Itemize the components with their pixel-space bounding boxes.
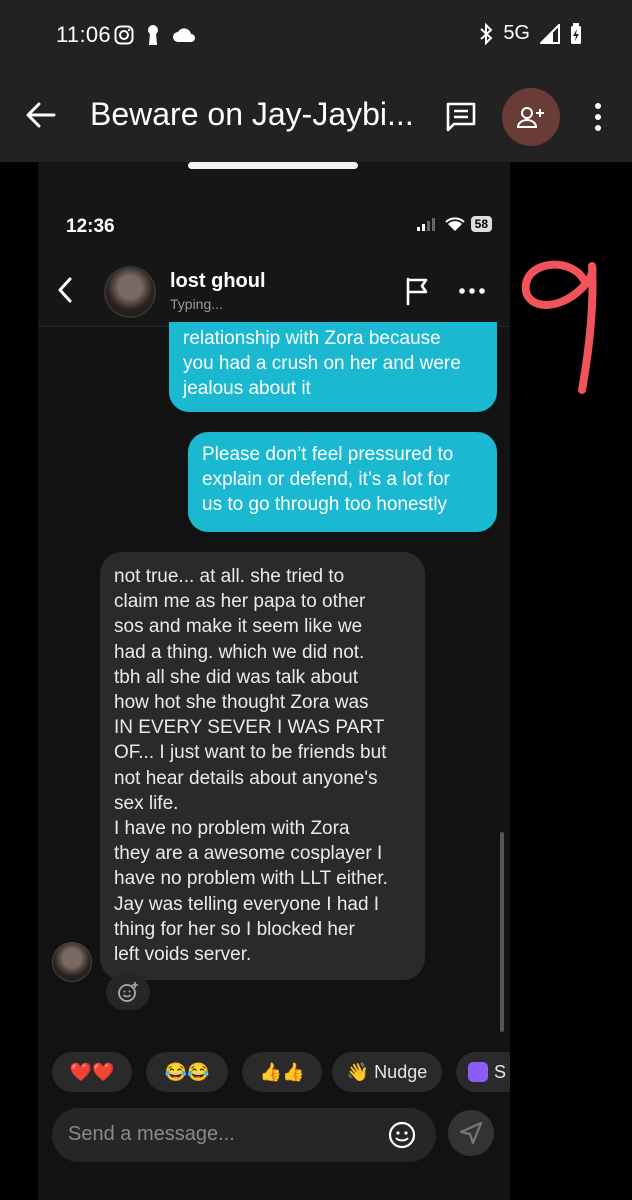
message-line: not hear details about anyone's xyxy=(114,767,378,789)
message-line: left voids server. xyxy=(114,944,252,966)
more-vert-icon[interactable] xyxy=(588,100,608,134)
quick-reply-nudge[interactable]: 👋 Nudge xyxy=(332,1052,442,1092)
send-button[interactable] xyxy=(448,1110,494,1156)
battery-icon xyxy=(571,22,581,44)
add-person-icon xyxy=(516,107,544,128)
comment-icon[interactable] xyxy=(444,100,478,134)
message-line: claim me as her papa to other xyxy=(114,591,366,613)
chevron-left-icon[interactable] xyxy=(56,276,74,304)
message-line: IN EVERY SEVER I WAS PART xyxy=(114,717,385,739)
message-line: tbh all she did was talk about xyxy=(114,666,358,688)
message-line: I have no problem with Zora xyxy=(114,818,350,840)
chat-header: lost ghoul Typing... xyxy=(38,262,510,327)
message-composer[interactable]: Send a message... xyxy=(52,1108,436,1162)
quick-reply-bar: ❤️❤️ 😂😂 👍👍 👋 Nudge S xyxy=(52,1052,510,1092)
outgoing-message-bubble[interactable]: Please don’t feel pressured to explain o… xyxy=(188,432,497,532)
instagram-icon xyxy=(114,25,134,45)
signal-icon xyxy=(540,23,560,44)
quick-reply-thumbs-up[interactable]: 👍👍 xyxy=(242,1052,322,1092)
embedded-screenshot: 12:36 58 lost ghoul Typing... relationsh… xyxy=(38,162,510,1200)
contact-avatar[interactable] xyxy=(104,266,156,318)
message-line: us to go through too honestly xyxy=(202,494,448,515)
typing-status: Typing... xyxy=(170,296,223,312)
add-reaction-button[interactable] xyxy=(106,974,150,1010)
notification-icons xyxy=(114,24,196,46)
message-line: sos and make it seem like we xyxy=(114,616,363,638)
message-line: not true... at all. she tried to xyxy=(114,566,345,587)
sticker-icon[interactable] xyxy=(388,1121,416,1149)
embedded-status-bar: 12:36 58 xyxy=(38,192,510,262)
network-type: 5G xyxy=(503,22,530,44)
message-line: Please don’t feel pressured to xyxy=(202,444,454,465)
message-line: jealous about it xyxy=(183,378,311,399)
embedded-status-icons: 58 xyxy=(416,216,492,232)
add-reaction-icon xyxy=(118,982,138,1002)
message-line: OF... I just want to be friends but xyxy=(114,742,387,764)
system-status-bar: 11:06 5G xyxy=(0,0,632,72)
quick-reply-partial[interactable]: S xyxy=(456,1052,510,1092)
message-line: thing for her so I blocked her xyxy=(114,918,355,940)
system-time: 11:06 xyxy=(56,22,111,47)
message-line: explain or defend, it’s a lot for xyxy=(202,469,450,490)
quick-reply-laughing[interactable]: 😂😂 xyxy=(146,1052,228,1092)
embedded-battery-level: 58 xyxy=(470,216,492,232)
message-input-placeholder[interactable]: Send a message... xyxy=(68,1123,235,1146)
message-line: had a thing. which we did not. xyxy=(114,641,365,663)
quick-reply-partial-label: S xyxy=(494,1061,507,1082)
sender-avatar[interactable] xyxy=(52,942,92,982)
cloud-icon xyxy=(173,28,195,42)
purple-app-icon xyxy=(468,1062,488,1082)
message-line: they are a awesome cosplayer I xyxy=(114,843,383,865)
send-icon xyxy=(459,1121,483,1145)
contact-name[interactable]: lost ghoul xyxy=(170,270,266,293)
embedded-time: 12:36 xyxy=(66,216,115,237)
wifi-icon xyxy=(444,216,465,231)
message-line: have no problem with LLT either. xyxy=(114,868,388,890)
message-line: sex life. xyxy=(114,792,179,814)
app-bar: Beware on Jay-Jaybi... xyxy=(0,72,632,162)
system-indicators: 5G xyxy=(479,22,582,45)
handwritten-page-number xyxy=(521,260,597,394)
keyhole-icon xyxy=(148,25,158,45)
thread-title: Beware on Jay-Jaybi... xyxy=(90,96,414,132)
quick-reply-hearts[interactable]: ❤️❤️ xyxy=(52,1052,132,1092)
message-line: relationship with Zora because xyxy=(183,328,441,349)
flag-icon[interactable] xyxy=(404,276,432,306)
signal-bars-icon xyxy=(416,218,435,231)
home-indicator xyxy=(188,162,358,169)
outgoing-message-bubble[interactable]: relationship with Zora because you had a… xyxy=(169,322,497,412)
add-person-button[interactable] xyxy=(502,88,560,146)
back-arrow-icon[interactable] xyxy=(24,98,58,132)
incoming-message-bubble[interactable]: not true... at all. she tried to claim m… xyxy=(100,552,425,980)
chat-scrollbar[interactable] xyxy=(500,832,504,1032)
more-horiz-icon[interactable] xyxy=(458,276,486,306)
message-line: how hot she thought Zora was xyxy=(114,692,369,714)
message-line: you had a crush on her and were xyxy=(183,353,461,374)
screenshot-top-strip xyxy=(38,162,510,192)
message-line: Jay was telling everyone I had I xyxy=(114,893,380,915)
bluetooth-icon xyxy=(480,22,493,45)
